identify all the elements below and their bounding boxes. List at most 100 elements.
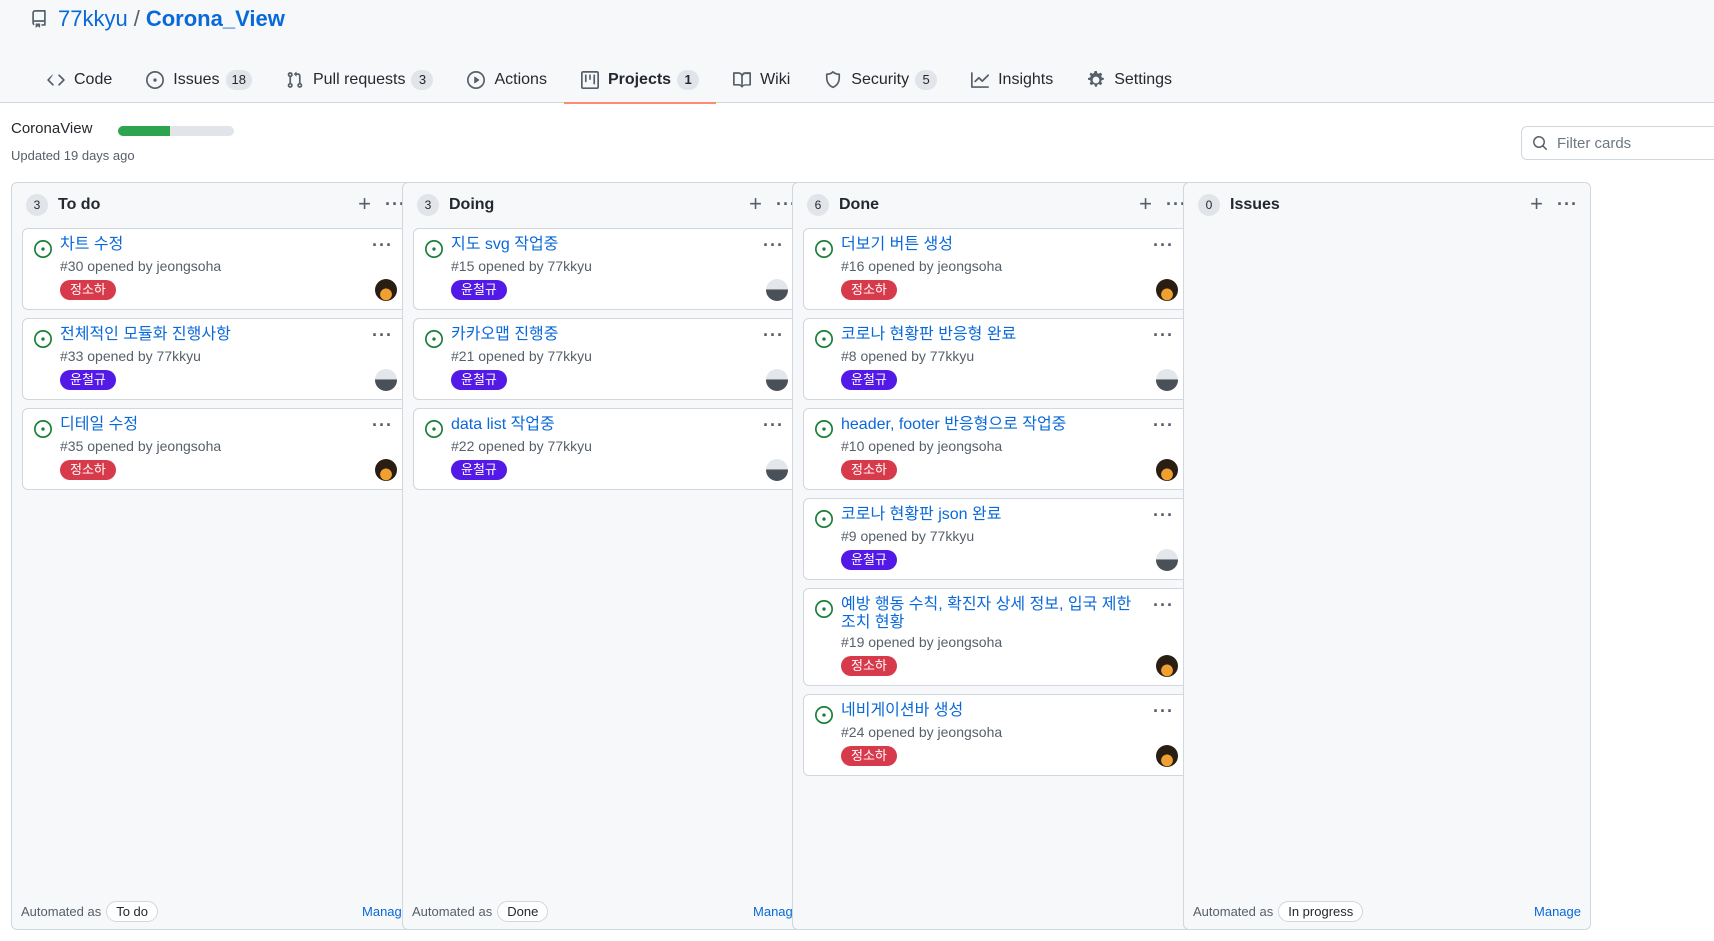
avatar[interactable] (766, 279, 788, 301)
issue-label[interactable]: 정소하 (841, 460, 897, 480)
add-card-icon[interactable]: + (749, 193, 762, 215)
card-menu-icon[interactable]: ··· (763, 325, 784, 346)
issue-title-link[interactable]: data list 작업중 (451, 416, 750, 434)
issue-card[interactable]: 더보기 버튼 생성 ··· #16 opened by jeongsoha 정소하 (803, 228, 1189, 310)
tab-projects[interactable]: Projects 1 (563, 56, 717, 104)
filter-cards-box[interactable] (1521, 126, 1714, 160)
issue-title-link[interactable]: 차트 수정 (60, 236, 359, 254)
tab-label: Code (74, 70, 113, 88)
issue-card[interactable]: 디테일 수정 ··· #35 opened by jeongsoha 정소하 (22, 408, 408, 490)
issue-title-link[interactable]: 카카오맵 진행중 (451, 326, 750, 344)
issue-title-link[interactable]: 네비게이션바 생성 (841, 702, 1140, 720)
issue-card[interactable]: 카카오맵 진행중 ··· #21 opened by 77kkyu 윤철규 (413, 318, 799, 400)
tab-pull-requests[interactable]: Pull requests 3 (269, 56, 451, 103)
issue-card[interactable]: 예방 행동 수칙, 확진자 상세 정보, 입국 제한조치 현황 ··· #19 op… (803, 588, 1189, 686)
column-header: 3 To do + ··· (12, 183, 418, 227)
automation-badge: To do (106, 900, 159, 922)
issue-meta: #33 opened by 77kkyu (60, 348, 201, 364)
issue-label[interactable]: 정소하 (841, 280, 897, 300)
column-header: 6 Done + ··· (793, 183, 1199, 227)
automated-as-text: Automated as (1193, 903, 1274, 919)
filter-cards-input[interactable] (1557, 134, 1707, 152)
issue-label[interactable]: 윤철규 (451, 280, 507, 300)
issue-label[interactable]: 윤철규 (451, 460, 507, 480)
avatar[interactable] (1156, 369, 1178, 391)
avatar[interactable] (375, 369, 397, 391)
issue-label[interactable]: 윤철규 (841, 370, 897, 390)
column-footer (793, 893, 1199, 929)
card-menu-icon[interactable]: ··· (372, 415, 393, 436)
issue-card[interactable]: 네비게이션바 생성 ··· #24 opened by jeongsoha 정소하 (803, 694, 1189, 776)
card-menu-icon[interactable]: ··· (1153, 415, 1174, 436)
issue-title-link[interactable]: 더보기 버튼 생성 (841, 236, 1140, 254)
column-menu-icon[interactable]: ··· (1557, 193, 1578, 215)
card-menu-icon[interactable]: ··· (1153, 595, 1174, 616)
avatar[interactable] (375, 279, 397, 301)
card-menu-icon[interactable]: ··· (1153, 505, 1174, 526)
tab-security[interactable]: Security 5 (807, 56, 954, 103)
issue-label[interactable]: 윤철규 (451, 370, 507, 390)
add-card-icon[interactable]: + (1530, 193, 1543, 215)
avatar[interactable] (1156, 459, 1178, 481)
tab-issues[interactable]: Issues 18 (129, 56, 269, 103)
issue-opened-icon (425, 240, 443, 258)
column-title: To do (58, 196, 101, 213)
issue-card[interactable]: data list 작업중 ··· #22 opened by 77kkyu 윤철규 (413, 408, 799, 490)
manage-automation-link[interactable]: Manage (1534, 904, 1581, 919)
issue-title-link[interactable]: 지도 svg 작업중 (451, 236, 750, 254)
avatar[interactable] (766, 459, 788, 481)
issue-card[interactable]: 전체적인 모듈화 진행사항 ··· #33 opened by 77kkyu 윤철규 (22, 318, 408, 400)
tab-code[interactable]: Code (30, 56, 129, 103)
avatar[interactable] (1156, 745, 1178, 767)
repo-separator: / (133, 6, 140, 31)
add-card-icon[interactable]: + (358, 193, 371, 215)
card-menu-icon[interactable]: ··· (372, 325, 393, 346)
issue-card[interactable]: 지도 svg 작업중 ··· #15 opened by 77kkyu 윤철규 (413, 228, 799, 310)
avatar[interactable] (766, 369, 788, 391)
issue-title-link[interactable]: 디테일 수정 (60, 416, 359, 434)
issue-label[interactable]: 정소하 (841, 656, 897, 676)
issue-title-link[interactable]: 전체적인 모듈화 진행사항 (60, 326, 359, 344)
issue-meta: #10 opened by jeongsoha (841, 438, 1003, 454)
tab-insights[interactable]: Insights (954, 56, 1070, 103)
issue-label[interactable]: 정소하 (60, 280, 116, 300)
column-actions: + ··· (344, 193, 406, 215)
issue-label[interactable]: 윤철규 (60, 370, 116, 390)
tab-counter: 1 (677, 69, 700, 90)
column-title: Done (839, 196, 879, 213)
issue-title-link[interactable]: 코로나 현황판 json 완료 (841, 506, 1140, 524)
tab-settings[interactable]: Settings (1070, 56, 1189, 103)
column-actions: + ··· (735, 193, 797, 215)
issue-label[interactable]: 정소하 (841, 746, 897, 766)
add-card-icon[interactable]: + (1139, 193, 1152, 215)
issue-opened-icon (425, 420, 443, 438)
issue-title-link[interactable]: 예방 행동 수칙, 확진자 상세 정보, 입국 제한조치 현황 (841, 596, 1140, 632)
card-menu-icon[interactable]: ··· (1153, 325, 1174, 346)
tab-label: Pull requests (312, 70, 406, 88)
avatar[interactable] (1156, 279, 1178, 301)
issue-card[interactable]: header, footer 반응형으로 작업중 ··· #10 opened by… (803, 408, 1189, 490)
issue-card[interactable]: 코로나 현황판 반응형 완료 ··· #8 opened by 77kkyu 윤철규 (803, 318, 1189, 400)
card-menu-icon[interactable]: ··· (763, 415, 784, 436)
issue-card[interactable]: 코로나 현황판 json 완료 ··· #9 opened by 77kkyu 윤철규 (803, 498, 1189, 580)
issue-title-link[interactable]: 코로나 현황판 반응형 완료 (841, 326, 1140, 344)
repo-owner-link[interactable]: 77kkyu (58, 6, 128, 32)
avatar[interactable] (1156, 549, 1178, 571)
issue-opened-icon (34, 240, 52, 258)
avatar[interactable] (1156, 655, 1178, 677)
card-menu-icon[interactable]: ··· (1153, 701, 1174, 722)
issue-card[interactable]: 차트 수정 ··· #30 opened by jeongsoha 정소하 (22, 228, 408, 310)
column-footer: Automated as To do Manage (12, 893, 418, 929)
tab-wiki[interactable]: Wiki (716, 56, 807, 103)
issue-label[interactable]: 정소하 (60, 460, 116, 480)
tab-actions[interactable]: Actions (450, 56, 563, 103)
issue-title-link[interactable]: header, footer 반응형으로 작업중 (841, 416, 1140, 434)
avatar[interactable] (375, 459, 397, 481)
card-menu-icon[interactable]: ··· (372, 235, 393, 256)
repo-name-link[interactable]: Corona_View (146, 6, 285, 32)
column-header: 0 Issues + ··· (1184, 183, 1590, 227)
card-menu-icon[interactable]: ··· (763, 235, 784, 256)
issue-opened-icon (815, 510, 833, 528)
card-menu-icon[interactable]: ··· (1153, 235, 1174, 256)
issue-label[interactable]: 윤철규 (841, 550, 897, 570)
